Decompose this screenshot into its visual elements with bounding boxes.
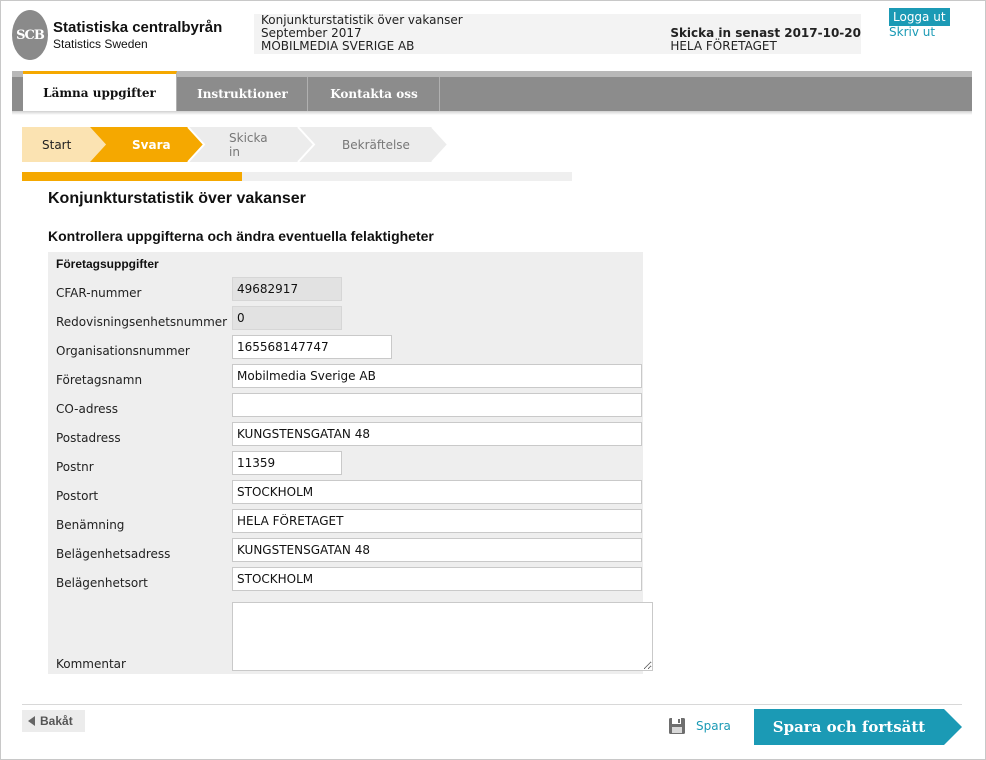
form-heading: Företagsuppgifter — [56, 257, 159, 271]
tab-instruktioner[interactable]: Instruktioner — [178, 77, 308, 111]
label-organisationsnummer: Organisationsnummer — [56, 344, 190, 358]
progress-fill — [22, 172, 242, 181]
page-title: Konjunkturstatistik över vakanser — [48, 190, 306, 207]
triangle-left-icon — [28, 716, 35, 726]
step-start[interactable]: Start — [42, 127, 71, 162]
step-skicka-in: Skicka in — [229, 127, 268, 162]
label-co-adress: CO-adress — [56, 402, 119, 416]
print-link[interactable]: Skriv ut — [889, 25, 935, 39]
footer-divider — [22, 704, 962, 705]
back-button-label: Bakåt — [40, 714, 73, 728]
reporting-unit: HELA FÖRETAGET — [670, 39, 777, 53]
save-link[interactable]: Spara — [696, 719, 731, 733]
tab-kontakta-oss[interactable]: Kontakta oss — [309, 77, 440, 111]
postort-field[interactable] — [232, 480, 642, 504]
benamning-field[interactable] — [232, 509, 642, 533]
step-label: Start — [42, 137, 72, 152]
label-postort: Postort — [56, 489, 99, 503]
label-postadress: Postadress — [56, 431, 121, 445]
logout-button[interactable]: Logga ut — [889, 8, 950, 26]
org-name-en: Statistics Sweden — [53, 37, 148, 51]
postnr-field[interactable] — [232, 451, 342, 475]
foretagsnamn-field[interactable] — [232, 364, 642, 388]
kommentar-textarea[interactable] — [232, 602, 653, 671]
floppy-disk-icon — [669, 718, 685, 734]
step-label: Skicka in — [229, 130, 268, 159]
scb-logo-icon: SCB — [12, 10, 48, 60]
nav-shadow — [12, 111, 972, 115]
label-postnr: Postnr — [56, 460, 94, 474]
survey-info-left: Konjunkturstatistik över vakanser Septem… — [261, 14, 463, 53]
main-nav: Lämna uppgifter Instruktioner Kontakta o… — [12, 71, 972, 111]
section-title: Kontrollera uppgifterna och ändra eventu… — [48, 228, 434, 244]
redovisningsenhetsnummer-field — [232, 306, 342, 330]
label-foretagsnamn: Företagsnamn — [56, 373, 143, 387]
company-info-form: Företagsuppgifter CFAR-nummer Redovisnin… — [48, 252, 653, 674]
logo-text: Statistiska centralbyrån Statistics Swed… — [53, 19, 222, 51]
step-label: Bekräftelse — [342, 137, 410, 152]
belagenhetsadress-field[interactable] — [232, 538, 642, 562]
tab-lamna-uppgifter[interactable]: Lämna uppgifter — [23, 71, 177, 111]
back-button[interactable]: Bakåt — [22, 710, 85, 732]
label-cfar-nummer: CFAR-nummer — [56, 286, 142, 300]
belagenhetsort-field[interactable] — [232, 567, 642, 591]
label-benamning: Benämning — [56, 518, 125, 532]
progress-bar — [22, 172, 572, 181]
step-bekraftelse: Bekräftelse — [342, 127, 410, 162]
label-redovisningsenhetsnummer: Redovisningsenhetsnummer — [56, 315, 228, 329]
company-name: MOBILMEDIA SVERIGE AB — [261, 39, 415, 53]
label-kommentar: Kommentar — [56, 657, 126, 671]
save-continue-label: Spara och fortsätt — [772, 718, 926, 736]
label-belagenhetsadress: Belägenhetsadress — [56, 547, 171, 561]
save-continue-button[interactable]: Spara och fortsätt — [754, 709, 962, 745]
step-svara[interactable]: Svara — [132, 127, 171, 162]
co-adress-field[interactable] — [232, 393, 642, 417]
cfar-nummer-field — [232, 277, 342, 301]
postadress-field[interactable] — [232, 422, 642, 446]
survey-info-right: Skicka in senast 2017-10-20 HELA FÖRETAG… — [670, 27, 861, 53]
save-action[interactable]: Spara — [668, 717, 731, 735]
survey-info: Konjunkturstatistik över vakanser Septem… — [254, 14, 861, 54]
scb-logo[interactable]: SCB Statistiska centralbyrån Statistics … — [12, 10, 222, 60]
label-belagenhetsort: Belägenhetsort — [56, 576, 148, 590]
org-name: Statistiska centralbyrån — [53, 19, 223, 36]
step-label: Svara — [132, 137, 171, 152]
organisationsnummer-field[interactable] — [232, 335, 392, 359]
